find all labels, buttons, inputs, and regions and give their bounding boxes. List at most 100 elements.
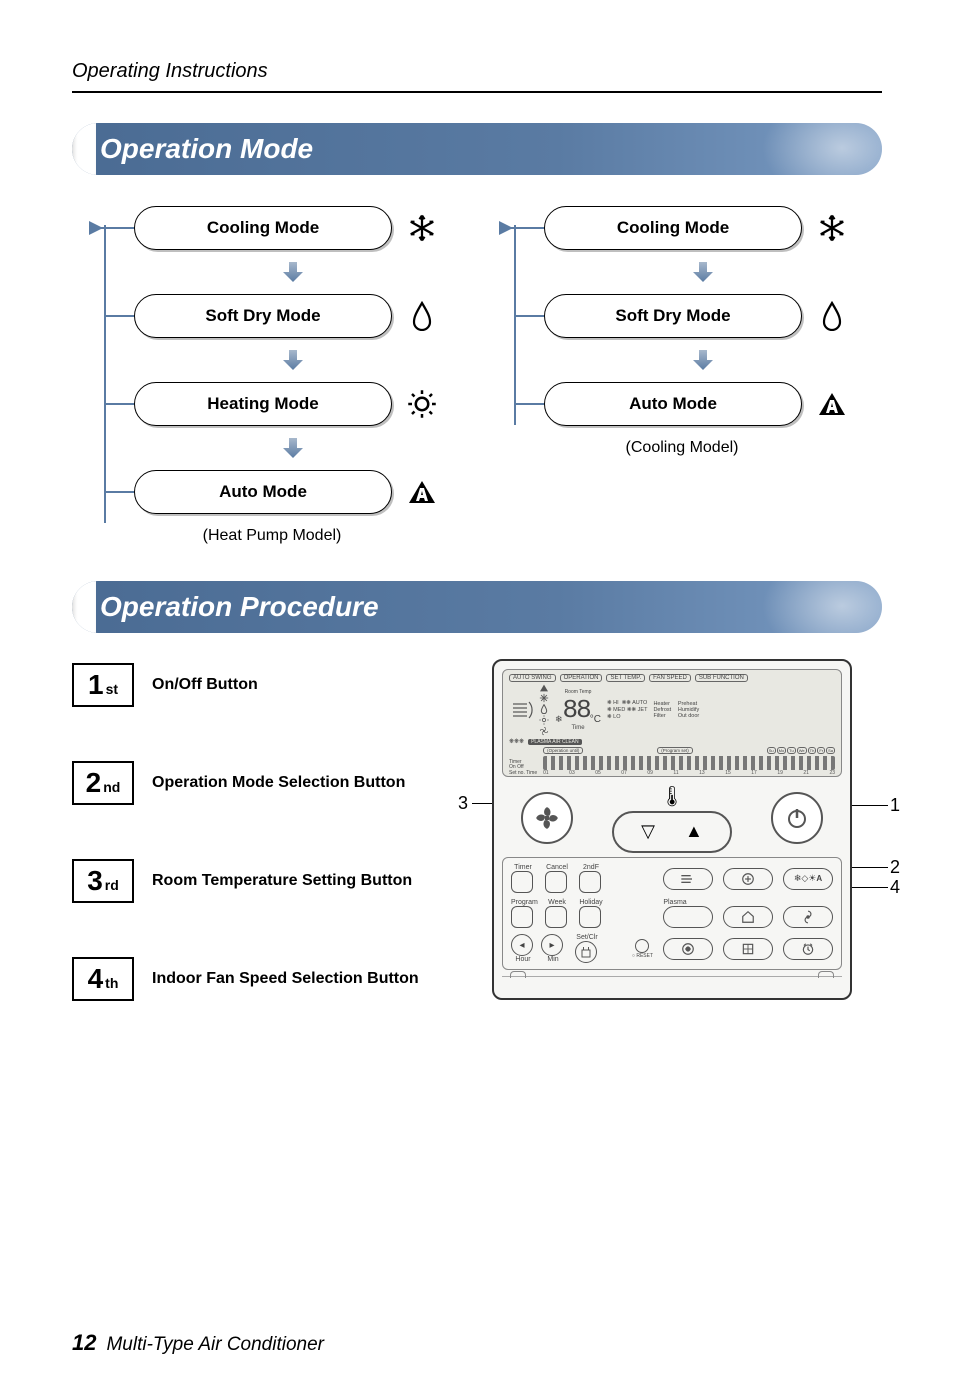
procedure-steps: 1st On/Off Button 2nd Operation Mode Sel… [72, 659, 462, 1001]
remote-lower-panel: Timer Cancel 2ndF ❄◇☀A Program Week [502, 857, 842, 970]
secondf-button[interactable] [579, 871, 601, 893]
tree-rail [104, 225, 106, 523]
hour-button[interactable]: ◂ [511, 934, 533, 956]
footer-title: Multi-Type Air Conditioner [106, 1334, 324, 1356]
temp-down-icon: ▽ [641, 821, 655, 842]
mode-node-cooling: Cooling Mode [544, 203, 862, 253]
auto-triangle-icon [539, 684, 549, 692]
min-button[interactable]: ▸ [541, 934, 563, 956]
lcd-tag: OPERATION [560, 674, 603, 682]
heat-pump-column: Cooling Mode Soft Dry Mode Heating Mode [92, 203, 452, 545]
auto-swing-icon [509, 698, 533, 722]
section-title-text: Operation Procedure [100, 591, 379, 623]
lcd-tag: FAN SPEED [649, 674, 691, 682]
mode-node-auto: Auto Mode [134, 467, 452, 517]
lcd-tag: SET TEMP. [606, 674, 645, 682]
step-1: 1st On/Off Button [72, 663, 462, 707]
page-footer: 12 Multi-Type Air Conditioner [72, 1330, 324, 1356]
eco-button[interactable] [663, 938, 713, 960]
step-label: Room Temperature Setting Button [152, 872, 412, 890]
step-number-box: 1st [72, 663, 134, 707]
clock-button[interactable] [783, 938, 833, 960]
fan-icon [539, 726, 549, 736]
airflow-button[interactable] [663, 868, 713, 890]
callout-2: 2 [890, 857, 900, 878]
mode-label: Soft Dry Mode [205, 306, 320, 326]
timer-button[interactable] [511, 871, 533, 893]
auto-triangle-icon [392, 479, 452, 505]
mode-node-auto: Auto Mode [544, 379, 862, 429]
remote-controller-illustration: AUTO SWING OPERATION SET TEMP. FAN SPEED… [492, 659, 852, 1000]
filter-button[interactable] [723, 938, 773, 960]
step-label: On/Off Button [152, 676, 258, 694]
mode-node-soft-dry: Soft Dry Mode [544, 291, 862, 341]
step-number-box: 3rd [72, 859, 134, 903]
callout-3: 3 [458, 793, 468, 814]
reset-pinhole[interactable] [635, 939, 649, 953]
snowflake-icon [802, 213, 862, 243]
droplet-icon [392, 301, 452, 331]
step-number-box: 2nd [72, 761, 134, 805]
fan-sub-button[interactable] [783, 906, 833, 928]
plasma-button[interactable] [663, 906, 713, 928]
temp-up-icon: ▲ [685, 821, 703, 842]
temperature-rocker[interactable]: ▽ ▲ [612, 811, 732, 853]
cooling-model-column: Cooling Mode Soft Dry Mode Auto Mode [502, 203, 862, 545]
lcd-display: AUTO SWING OPERATION SET TEMP. FAN SPEED… [502, 669, 842, 777]
callout-line [848, 887, 888, 888]
auto-triangle-icon [802, 391, 862, 417]
mode-node-soft-dry: Soft Dry Mode [134, 291, 452, 341]
mode-label: Auto Mode [629, 394, 717, 414]
lcd-temp-readout: 88 [563, 695, 590, 725]
mode-node-heating: Heating Mode [134, 379, 452, 429]
step-3: 3rd Room Temperature Setting Button [72, 859, 462, 903]
operation-mode-diagram: Cooling Mode Soft Dry Mode Heating Mode [72, 203, 882, 545]
mode-label: Auto Mode [219, 482, 307, 502]
step-label: Operation Mode Selection Button [152, 774, 405, 792]
header-rule [72, 91, 882, 93]
mode-button[interactable]: ❄◇☀A [783, 868, 833, 890]
lcd-temp-unit: °C [590, 714, 601, 725]
tree-rail [514, 225, 516, 425]
step-number-box: 4th [72, 957, 134, 1001]
home-button[interactable] [723, 906, 773, 928]
lcd-tag: SUB FUNCTION [695, 674, 748, 682]
down-arrow-icon [544, 341, 862, 379]
lcd-tag: AUTO SWING [509, 674, 556, 682]
running-header: Operating Instructions [72, 60, 882, 83]
lcd-fan-lo: ❋ LO [607, 714, 647, 720]
add-button[interactable] [723, 868, 773, 890]
section-title-operation-mode: Operation Mode [72, 123, 882, 175]
lcd-fan-hi: ❋ HI ❋❋ AUTO [607, 700, 647, 706]
snowflake-icon [539, 693, 549, 703]
model-caption-heat-pump: (Heat Pump Model) [92, 527, 452, 545]
holiday-button[interactable] [579, 906, 601, 928]
down-arrow-icon [134, 253, 452, 291]
week-button[interactable] [545, 906, 567, 928]
step-label: Indoor Fan Speed Selection Button [152, 970, 419, 988]
sun-icon [539, 715, 549, 725]
mode-label: Soft Dry Mode [615, 306, 730, 326]
lcd-plasma-label: PLASMA AIR CLEAN [528, 739, 582, 745]
down-arrow-icon [134, 429, 452, 467]
program-button[interactable] [511, 906, 533, 928]
mode-label: Cooling Mode [207, 218, 319, 238]
fan-speed-button[interactable] [521, 792, 573, 844]
step-4: 4th Indoor Fan Speed Selection Button [72, 957, 462, 1001]
mode-label: Cooling Mode [617, 218, 729, 238]
lcd-time-bar [543, 756, 835, 770]
power-button[interactable] [771, 792, 823, 844]
model-caption-cooling: (Cooling Model) [502, 439, 862, 457]
callout-4: 4 [890, 877, 900, 898]
droplet-icon [540, 704, 548, 714]
cancel-button[interactable] [545, 871, 567, 893]
sun-icon [392, 389, 452, 419]
set-clear-button[interactable] [575, 941, 597, 963]
mode-node-cooling: Cooling Mode [134, 203, 452, 253]
callout-1: 1 [890, 795, 900, 816]
callout-line [848, 867, 888, 868]
down-arrow-icon [544, 253, 862, 291]
down-arrow-icon [134, 341, 452, 379]
step-2: 2nd Operation Mode Selection Button [72, 761, 462, 805]
section-title-operation-procedure: Operation Procedure [72, 581, 882, 633]
